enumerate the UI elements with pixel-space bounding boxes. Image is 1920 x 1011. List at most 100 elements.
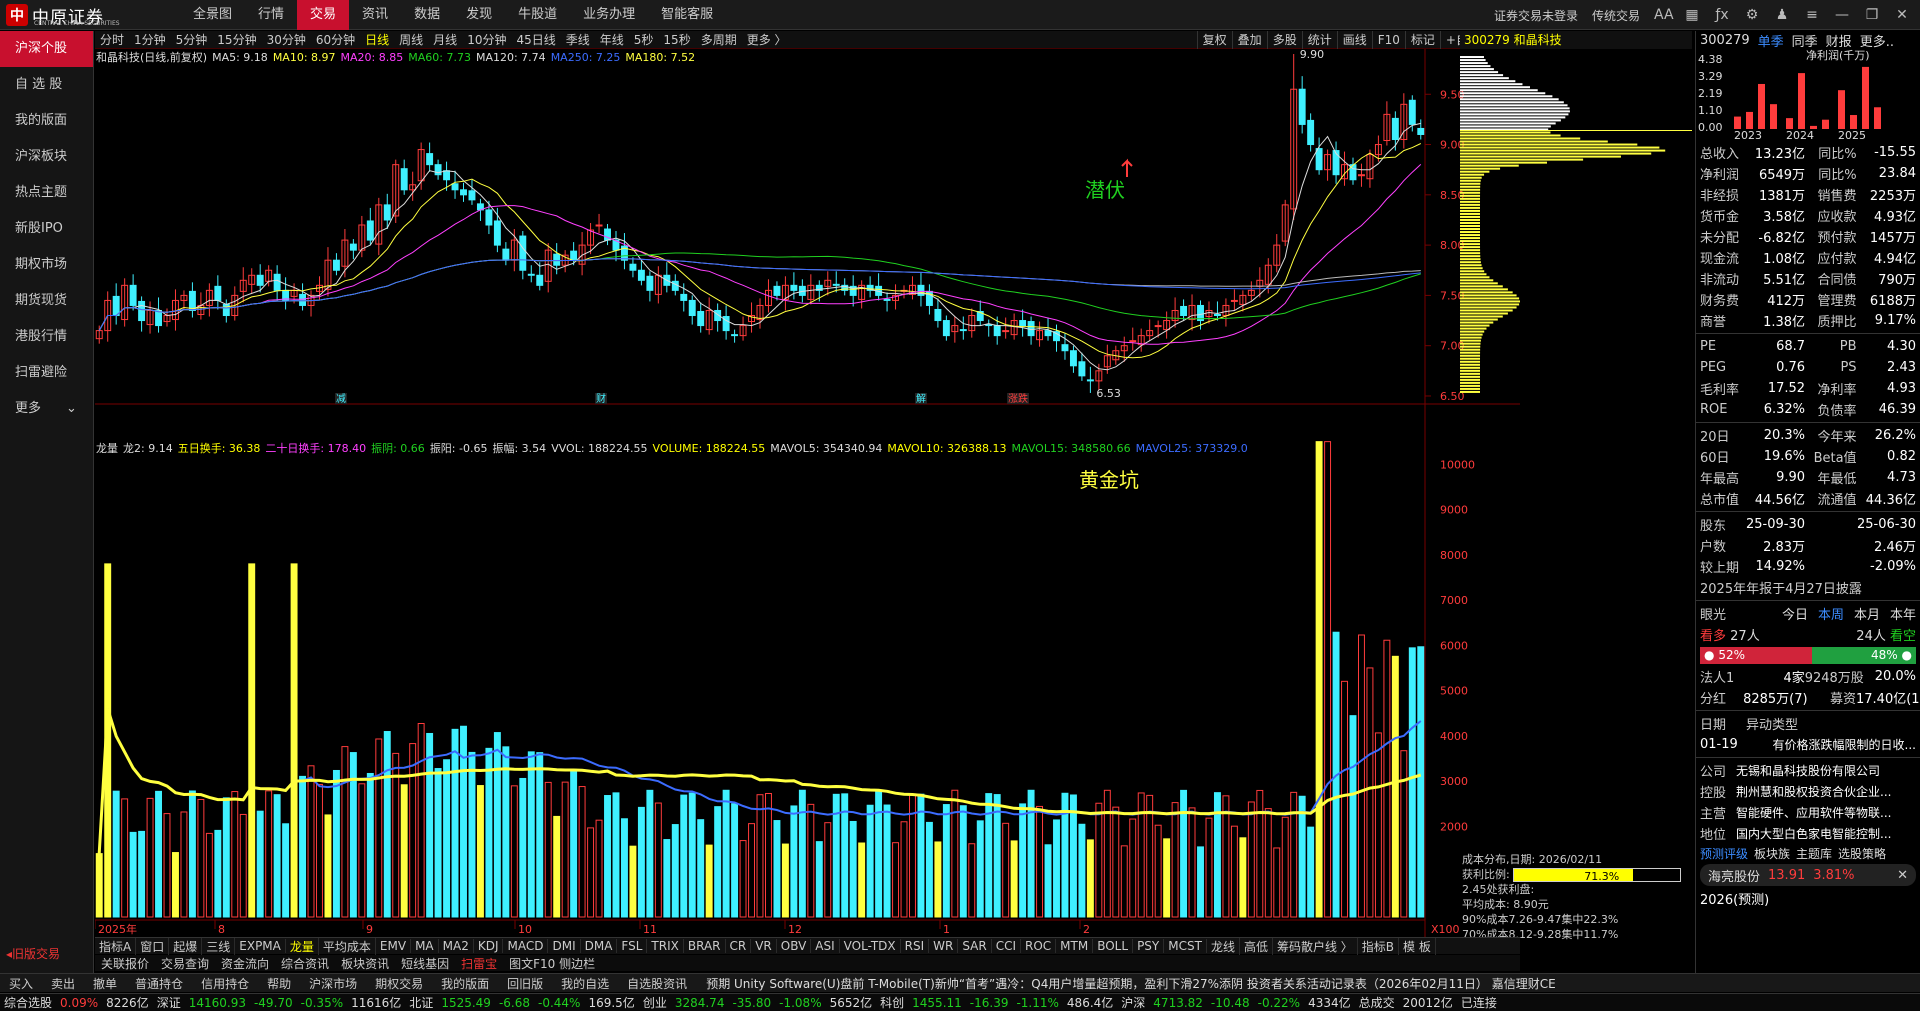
chart-tool-6[interactable]: 标记 — [1404, 31, 1440, 49]
indicator-tab-34[interactable]: 指标B — [1358, 937, 1400, 955]
rating-tab-1[interactable]: 板块族 — [1754, 845, 1790, 862]
period-tab-16[interactable]: 更多 〉 — [742, 31, 792, 48]
bottom-link-3[interactable]: 综合资讯 — [275, 955, 335, 972]
indicator-tab-11[interactable]: MACD — [503, 939, 549, 953]
indicator-tab-32[interactable]: 高低 — [1240, 937, 1273, 955]
indicator-tab-29[interactable]: PSY — [1133, 939, 1165, 953]
sidebar-item-0[interactable]: 沪深个股 — [0, 31, 93, 67]
finance-tab-0[interactable]: 单季 — [1758, 31, 1784, 50]
indicator-tab-1[interactable]: 窗口 — [136, 937, 170, 955]
action-1[interactable]: 卖出 — [42, 975, 84, 992]
sidebar-item-5[interactable]: 新股IPO — [0, 211, 93, 247]
action-6[interactable]: 沪深市场 — [300, 975, 366, 992]
finance-tab-2[interactable]: 财报 — [1826, 31, 1852, 50]
trade-login-status[interactable]: 证券交易未登录 — [1494, 7, 1578, 24]
indicator-tab-26[interactable]: ROC — [1021, 939, 1057, 953]
indicator-tab-31[interactable]: 龙线 — [1207, 937, 1240, 955]
eye-tab-0[interactable]: 今日 — [1782, 604, 1808, 623]
shirt-icon[interactable]: ♟ — [1774, 7, 1790, 23]
action-8[interactable]: 我的版面 — [432, 975, 498, 992]
chart-tool-2[interactable]: 多股 — [1266, 31, 1302, 49]
sidebar-item-9[interactable]: 扫雷避险 — [0, 355, 93, 391]
grid-icon[interactable]: ▦ — [1684, 7, 1700, 23]
sidebar-item-6[interactable]: 期权市场 — [0, 247, 93, 283]
indicator-tab-22[interactable]: RSI — [901, 939, 930, 953]
period-tab-0[interactable]: 分时 — [95, 31, 129, 48]
bottom-link-0[interactable]: 关联报价 — [95, 955, 155, 972]
indicator-tab-21[interactable]: VOL-TDX — [840, 939, 901, 953]
indicator-tab-33[interactable]: 筹码散户线 〉 — [1273, 937, 1358, 955]
indicator-tab-20[interactable]: ASI — [811, 939, 840, 953]
period-tab-3[interactable]: 15分钟 — [212, 31, 261, 48]
period-tab-9[interactable]: 10分钟 — [462, 31, 511, 48]
action-7[interactable]: 期权交易 — [366, 975, 432, 992]
indicator-tab-15[interactable]: TRIX — [647, 939, 684, 953]
indicator-tab-0[interactable]: 指标A — [95, 937, 137, 955]
bottom-link-6[interactable]: 扫雷宝 — [455, 955, 503, 972]
bottom-link-2[interactable]: 资金流向 — [215, 955, 275, 972]
period-tab-12[interactable]: 年线 — [595, 31, 629, 48]
menu-icon[interactable]: ≡ — [1804, 7, 1820, 23]
indicator-tab-16[interactable]: BRAR — [684, 939, 726, 953]
indicator-tab-4[interactable]: EXPMA — [235, 939, 286, 953]
gear-icon[interactable]: ⚙ — [1744, 7, 1760, 23]
nav-tab-6[interactable]: 牛股道 — [505, 0, 570, 30]
action-0[interactable]: 买入 — [0, 975, 42, 992]
nav-tab-2[interactable]: 交易 — [297, 0, 350, 30]
bottom-link-5[interactable]: 短线基因 — [395, 955, 455, 972]
indicator-tab-3[interactable]: 三线 — [202, 937, 236, 955]
finance-tab-3[interactable]: 更多.. — [1860, 31, 1894, 50]
period-tab-13[interactable]: 5秒 — [629, 31, 659, 48]
ticker-pill[interactable]: 海亮股份 13.91 3.81% ✕ — [1700, 864, 1916, 886]
action-3[interactable]: 普通持仓 — [126, 975, 192, 992]
indicator-tab-14[interactable]: FSL — [617, 939, 648, 953]
chart-area[interactable]: 9.50 9.00 8.50 8.00 7.50 7.00 6.50 9.90 6.53 潜伏 黄金… — [94, 48, 1520, 939]
indicator-tab-6[interactable]: 平均成本 — [319, 937, 376, 955]
nav-tab-4[interactable]: 数据 — [401, 0, 453, 30]
indicator-tab-17[interactable]: CR — [726, 939, 752, 953]
period-tab-11[interactable]: 季线 — [561, 31, 595, 48]
sidebar-item-4[interactable]: 热点主题 — [0, 175, 93, 211]
chart-tool-4[interactable]: 画线 — [1336, 31, 1372, 49]
eye-tab-3[interactable]: 本年 — [1890, 604, 1916, 623]
bottom-link-1[interactable]: 交易查询 — [155, 955, 215, 972]
chart-tool-0[interactable]: 复权 — [1196, 31, 1232, 49]
indicator-tab-18[interactable]: VR — [751, 939, 777, 953]
sidebar-item-2[interactable]: 我的版面 — [0, 103, 93, 139]
kline-chart[interactable]: 9.509.008.508.007.507.006.509.906.53潜伏黄金… — [94, 48, 1520, 937]
sidebar-item-8[interactable]: 港股行情 — [0, 319, 93, 355]
action-10[interactable]: 我的自选 — [552, 975, 618, 992]
period-tab-10[interactable]: 45日线 — [511, 31, 560, 48]
action-11[interactable]: 自选股资讯 — [618, 975, 696, 992]
period-tab-1[interactable]: 1分钟 — [129, 31, 171, 48]
period-tab-15[interactable]: 多周期 — [696, 31, 742, 48]
rating-tab-0[interactable]: 预测评级 — [1700, 845, 1748, 862]
legacy-trade-link[interactable]: ◂旧版交易 — [0, 945, 94, 963]
period-tab-8[interactable]: 月线 — [428, 31, 462, 48]
chart-tool-5[interactable]: F10 — [1371, 31, 1405, 49]
indicator-tab-25[interactable]: CCI — [992, 939, 1021, 953]
formula-icon[interactable]: ƒx — [1714, 7, 1730, 23]
chart-tool-3[interactable]: 统计 — [1301, 31, 1337, 49]
indicator-tab-7[interactable]: EMV — [376, 939, 412, 953]
indicator-tab-30[interactable]: MCST — [1164, 939, 1207, 953]
nav-tab-5[interactable]: 发现 — [453, 0, 505, 30]
bottom-link-7[interactable]: 图文F10 侧边栏 — [503, 955, 601, 972]
indicator-tab-10[interactable]: KDJ — [474, 939, 504, 953]
nav-tab-1[interactable]: 行情 — [245, 0, 297, 30]
action-2[interactable]: 撤单 — [84, 975, 126, 992]
sidebar-item-1[interactable]: 自 选 股 — [0, 67, 93, 103]
indicator-tab-27[interactable]: MTM — [1056, 939, 1094, 953]
indicator-tab-28[interactable]: BOLL — [1093, 939, 1134, 953]
nav-tab-3[interactable]: 资讯 — [349, 0, 401, 30]
classic-trade-button[interactable]: 传统交易 — [1592, 7, 1640, 24]
indicator-tab-24[interactable]: SAR — [958, 939, 992, 953]
bottom-link-4[interactable]: 板块资讯 — [335, 955, 395, 972]
indicator-tab-8[interactable]: MA — [411, 939, 439, 953]
sidebar-item-7[interactable]: 期货现货 — [0, 283, 93, 319]
rating-tab-2[interactable]: 主题库 — [1796, 845, 1832, 862]
period-tab-6[interactable]: 日线 — [360, 31, 394, 48]
chart-tool-1[interactable]: 叠加 — [1231, 31, 1267, 49]
action-5[interactable]: 帮助 — [258, 975, 300, 992]
rating-tab-3[interactable]: 选股策略 — [1838, 845, 1886, 862]
